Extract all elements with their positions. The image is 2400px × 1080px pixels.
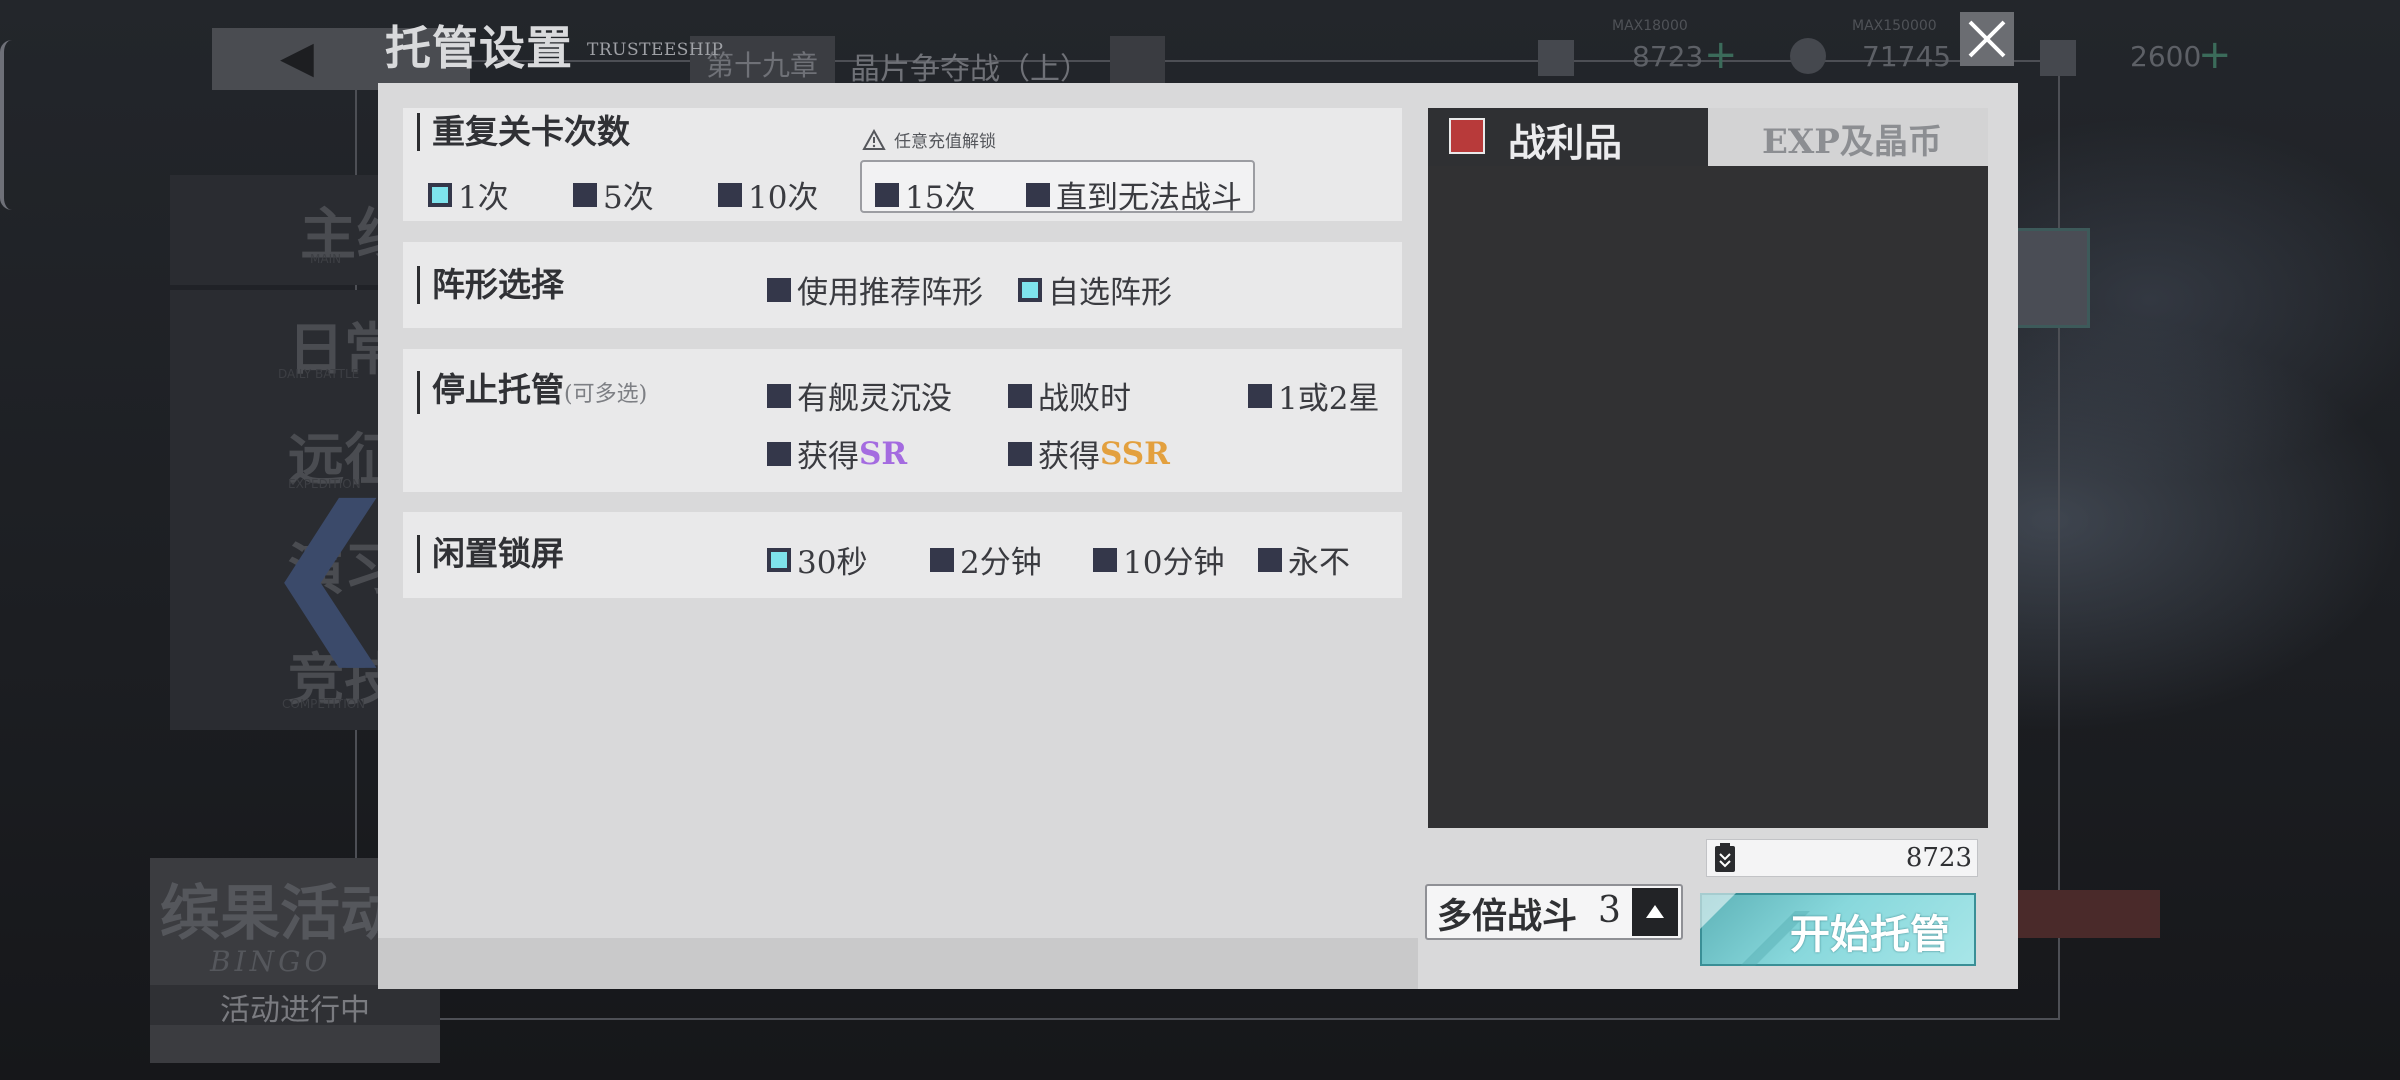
checkbox-checked bbox=[428, 182, 452, 207]
checkbox bbox=[1026, 182, 1050, 207]
fuel-icon bbox=[1715, 843, 1735, 872]
warning-icon bbox=[862, 128, 886, 150]
fuel-icon bbox=[1538, 40, 1574, 76]
repeat-option-5[interactable]: 5次 bbox=[573, 172, 654, 217]
formation-option-recommended[interactable]: 使用推荐阵形 bbox=[767, 267, 983, 312]
repeat-option-15[interactable]: 15次 bbox=[875, 172, 975, 217]
checkbox bbox=[767, 383, 791, 408]
background-red-button bbox=[1995, 890, 2160, 938]
idle-option-10min[interactable]: 10分钟 bbox=[1093, 537, 1224, 582]
checkbox bbox=[767, 441, 791, 466]
start-trusteeship-label: 开始托管 bbox=[1790, 911, 1950, 958]
formation-title: 阵形选择 bbox=[417, 266, 564, 304]
idle-option-30s[interactable]: 30秒 bbox=[767, 537, 867, 582]
loot-pane bbox=[1428, 166, 1988, 828]
background-event-status: 活动进行中 bbox=[150, 985, 440, 1028]
repeat-option-1[interactable]: 1次 bbox=[428, 172, 509, 217]
checkbox bbox=[1093, 547, 1117, 572]
formation-option-label: 自选阵形 bbox=[1048, 275, 1172, 311]
stop-title-text: 停止托管 bbox=[432, 370, 564, 409]
background-event-title: 缤果活动 bbox=[160, 879, 400, 949]
checkbox-checked bbox=[1018, 277, 1042, 302]
background-menu-sub: COMPETITION bbox=[282, 697, 366, 711]
stop-option-label: 获得 bbox=[1038, 439, 1100, 475]
idle-option-label: 永不 bbox=[1288, 545, 1350, 581]
close-button[interactable] bbox=[1960, 12, 2014, 66]
stop-option-obtain-sr[interactable]: 获得 SR bbox=[767, 431, 907, 476]
checkbox bbox=[1258, 547, 1282, 572]
idle-option-label: 10分钟 bbox=[1123, 545, 1225, 581]
modal-subtitle: TRUSTEESHIP bbox=[587, 40, 724, 60]
resource-value: 8723 bbox=[1632, 40, 1704, 73]
checkbox-checked bbox=[767, 547, 791, 572]
background-rail bbox=[0, 40, 12, 210]
repeat-option-label: 直到无法战斗 bbox=[1056, 180, 1242, 216]
background-event-brand: BINGO bbox=[210, 945, 332, 978]
idle-option-label: 2分钟 bbox=[960, 545, 1042, 581]
fuel-resource-value: 8723 bbox=[1905, 843, 1972, 873]
idle-option-label: 30秒 bbox=[797, 545, 868, 581]
formation-option-custom[interactable]: 自选阵形 bbox=[1018, 267, 1172, 312]
back-arrow-icon: ◀ bbox=[280, 32, 314, 83]
stop-option-low-star[interactable]: 1或2星 bbox=[1248, 373, 1379, 418]
idle-option-2min[interactable]: 2分钟 bbox=[930, 537, 1042, 582]
stop-title-note: (可多选) bbox=[564, 382, 648, 407]
triangle-up-icon bbox=[1646, 905, 1664, 918]
repeat-option-label: 1次 bbox=[458, 180, 509, 216]
repeat-option-label: 5次 bbox=[603, 180, 654, 216]
resource-max: MAX18000 bbox=[1612, 18, 1688, 34]
repeat-title: 重复关卡次数 bbox=[417, 113, 630, 151]
repeat-option-label: 15次 bbox=[905, 180, 976, 216]
resource-value: 71745 bbox=[1862, 40, 1952, 73]
tab-loot-label: 战利品 bbox=[1508, 120, 1623, 165]
repeat-option-10[interactable]: 10次 bbox=[718, 172, 818, 217]
checkbox bbox=[1008, 441, 1032, 466]
stop-option-label: 1或2星 bbox=[1278, 381, 1380, 417]
sr-rarity-label: SR bbox=[859, 435, 908, 472]
panel-bottom-strip bbox=[378, 938, 1418, 989]
background-stage-label: 晶片争夺战（上） bbox=[850, 52, 1090, 87]
stop-title: 停止托管(可多选) bbox=[417, 371, 647, 414]
background-menu-sub: DAILY BATTLE bbox=[278, 367, 360, 381]
plus-icon: + bbox=[1704, 32, 1738, 78]
unlock-hint-text: 任意充值解锁 bbox=[894, 132, 996, 152]
repeat-option-label: 10次 bbox=[748, 180, 819, 216]
unlock-hint: 任意充值解锁 bbox=[862, 127, 996, 152]
checkbox bbox=[1008, 383, 1032, 408]
background-stage-dropdown bbox=[1110, 36, 1165, 88]
stop-option-label: 战败时 bbox=[1038, 381, 1131, 417]
stop-option-ship-sunk[interactable]: 有舰灵沉没 bbox=[767, 373, 952, 418]
stop-option-label: 有舰灵沉没 bbox=[797, 381, 952, 417]
stop-option-label: 获得 bbox=[797, 439, 859, 475]
repeat-option-until-unable[interactable]: 直到无法战斗 bbox=[1026, 172, 1242, 217]
checkbox bbox=[718, 182, 742, 207]
modal-title: 托管设置 bbox=[385, 21, 573, 75]
resource-value: 2600 bbox=[2130, 40, 2202, 73]
coin-icon bbox=[1790, 38, 1826, 74]
checkbox bbox=[930, 547, 954, 572]
loot-icon bbox=[1449, 118, 1485, 154]
formation-option-label: 使用推荐阵形 bbox=[797, 275, 983, 311]
background-menu-sub: MAIN bbox=[310, 252, 342, 266]
stop-option-defeat[interactable]: 战败时 bbox=[1008, 373, 1131, 418]
checkbox bbox=[875, 182, 899, 207]
background-avatar bbox=[2015, 228, 2090, 328]
ssr-rarity-label: SSR bbox=[1100, 435, 1170, 472]
close-icon bbox=[1968, 20, 2006, 58]
idle-option-never[interactable]: 永不 bbox=[1258, 537, 1350, 582]
tab-exp-label: EXP及晶币 bbox=[1762, 122, 1942, 162]
resource-max: MAX150000 bbox=[1852, 18, 1937, 34]
stop-option-obtain-ssr[interactable]: 获得 SSR bbox=[1008, 431, 1170, 476]
diamond-icon bbox=[2040, 40, 2076, 76]
idle-title: 闲置锁屏 bbox=[417, 535, 564, 573]
multi-battle-label: 多倍战斗 bbox=[1437, 896, 1578, 937]
checkbox bbox=[573, 182, 597, 207]
plus-icon: + bbox=[2198, 32, 2232, 78]
multi-battle-value: 3 bbox=[1598, 890, 1621, 931]
multi-battle-increase-button[interactable] bbox=[1632, 888, 1678, 936]
checkbox bbox=[1248, 383, 1272, 408]
checkbox bbox=[767, 277, 791, 302]
